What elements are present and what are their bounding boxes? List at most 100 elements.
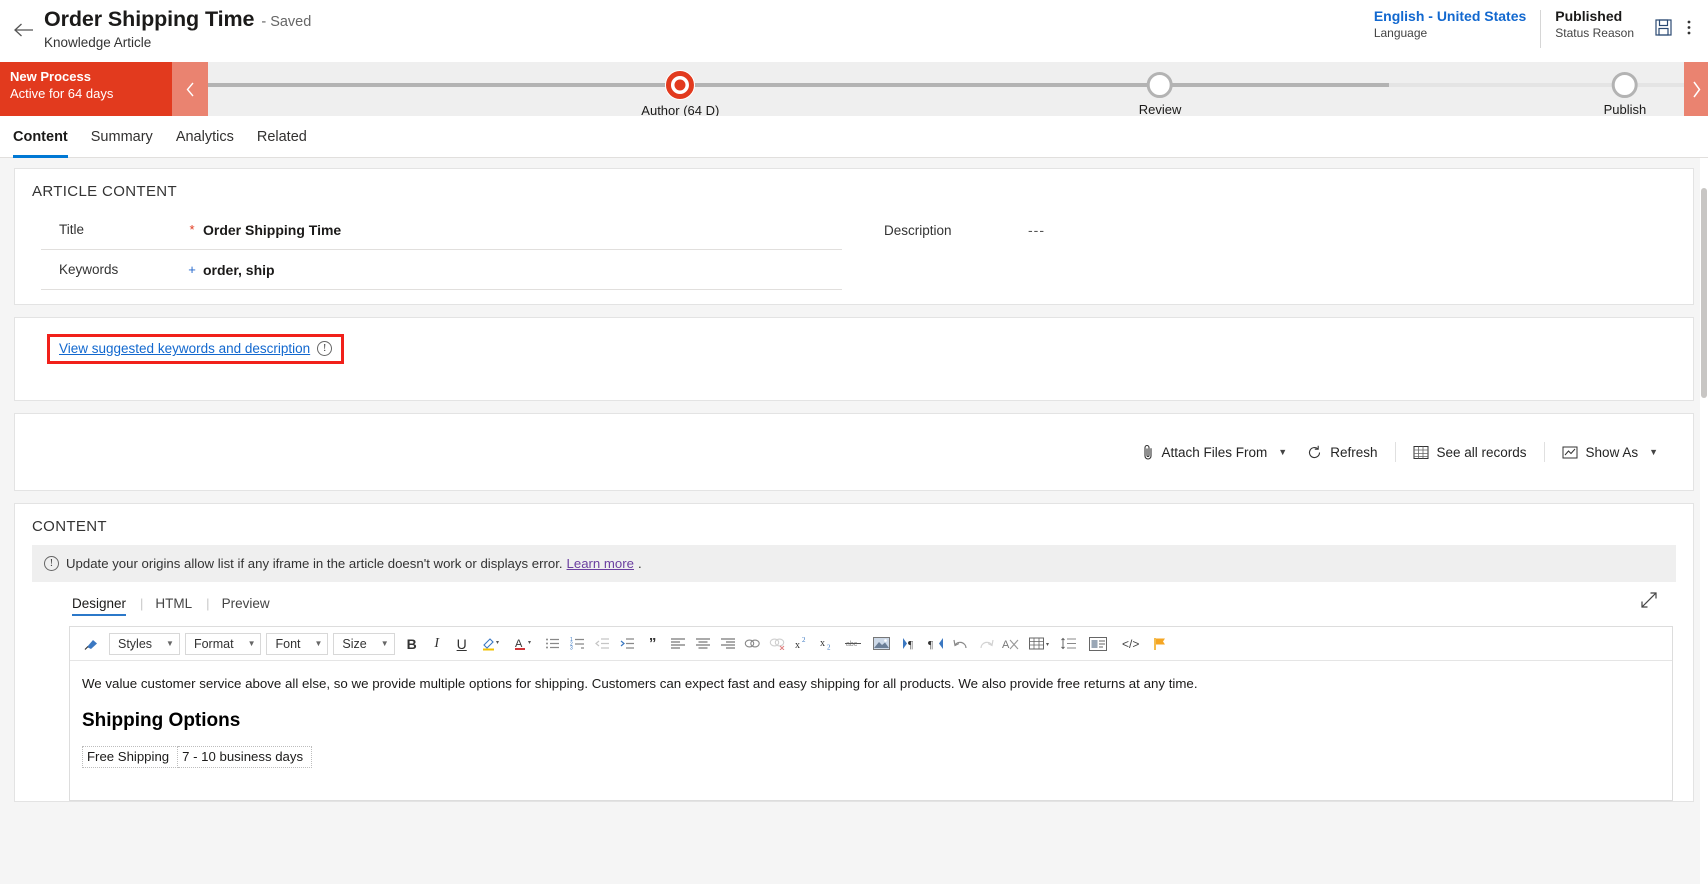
styles-select[interactable]: Styles ▼ — [109, 632, 180, 655]
tab-analytics[interactable]: Analytics — [176, 116, 234, 158]
svg-text:x: x — [795, 640, 800, 650]
attach-files-from-button[interactable]: Attach Files From ▼ — [1133, 438, 1297, 467]
chevron-down-icon: ▼ — [1649, 447, 1658, 457]
editor-tab-designer[interactable]: Designer — [72, 596, 140, 616]
insert-table-button[interactable] — [1024, 631, 1056, 657]
expand-editor-button[interactable] — [1641, 592, 1657, 613]
line-height-button[interactable] — [1057, 631, 1081, 657]
source-code-button[interactable]: </> — [1115, 631, 1147, 657]
tab-related[interactable]: Related — [257, 116, 307, 158]
ltr-icon: ¶ — [903, 638, 913, 650]
field-description[interactable]: Description --- — [866, 210, 1667, 250]
align-right-button[interactable] — [716, 631, 740, 657]
insert-template-button[interactable] — [1082, 631, 1114, 657]
info-circle-icon[interactable]: ! — [317, 341, 333, 356]
form-scrollbar[interactable] — [1700, 158, 1708, 884]
align-center-button[interactable] — [691, 631, 715, 657]
arrow-left-icon — [14, 23, 33, 37]
remove-format-button[interactable]: A — [999, 631, 1023, 657]
status-badge: Published — [1555, 8, 1623, 24]
decrease-indent-button[interactable] — [591, 631, 615, 657]
field-keywords[interactable]: Keywords + order, ship — [41, 250, 842, 290]
header-actions: English - United States Language Publish… — [1360, 8, 1708, 48]
redo-icon — [980, 639, 994, 649]
align-left-button[interactable] — [666, 631, 690, 657]
paperclip-icon — [1143, 444, 1152, 459]
editor-tab-html[interactable]: HTML — [155, 596, 206, 616]
content-heading: CONTENT — [32, 518, 107, 535]
underline-button[interactable]: U — [450, 631, 474, 657]
process-next-button[interactable] — [1684, 62, 1708, 116]
size-select[interactable]: Size ▼ — [333, 632, 395, 655]
command-separator — [1394, 442, 1396, 462]
view-suggested-keywords-highlight[interactable]: View suggested keywords and description … — [47, 334, 345, 364]
redo-button[interactable] — [974, 631, 998, 657]
editor-tab-preview[interactable]: Preview — [222, 596, 284, 616]
ltr-direction-button[interactable]: ¶ — [899, 631, 923, 657]
numbered-list-button[interactable]: 1 2 3 — [566, 631, 590, 657]
refresh-button[interactable]: Refresh — [1298, 439, 1386, 466]
article-content-card: ARTICLE CONTENT Title * Order Shipping T… — [14, 168, 1694, 305]
format-painter-button[interactable] — [76, 631, 108, 657]
scrollbar-thumb[interactable] — [1701, 188, 1707, 398]
insert-image-button[interactable] — [866, 631, 898, 657]
highlight-color-button[interactable] — [475, 631, 507, 657]
flag-icon — [1153, 637, 1165, 650]
more-commands-button[interactable] — [1678, 12, 1700, 42]
rtl-direction-button[interactable]: ¶ — [924, 631, 948, 657]
attachments-command-bar: Attach Files From ▼ Refresh See all reco… — [1133, 438, 1693, 467]
superscript-icon: x 2 — [795, 637, 806, 650]
language-field[interactable]: English - United States Language — [1360, 8, 1540, 40]
unlink-icon — [769, 638, 785, 650]
process-stage-author[interactable]: Author (64 D) — [641, 62, 719, 116]
format-select[interactable]: Format ▼ — [184, 632, 262, 655]
tab-summary[interactable]: Summary — [91, 116, 153, 158]
show-as-button[interactable]: Show As ▼ — [1553, 439, 1667, 466]
field-value: order, ship — [203, 261, 275, 278]
increase-indent-icon — [620, 638, 635, 649]
undo-button[interactable] — [949, 631, 973, 657]
strikethrough-button[interactable]: abc — [841, 631, 865, 657]
template-icon — [1088, 636, 1107, 651]
recommended-plus-icon: + — [188, 262, 196, 277]
process-stage-publish[interactable]: Publish — [1604, 62, 1646, 116]
process-stage-summary[interactable]: New Process Active for 64 days — [0, 62, 172, 116]
font-select[interactable]: Font ▼ — [266, 632, 329, 655]
process-collapse-button[interactable] — [172, 62, 208, 116]
svg-text:A: A — [1002, 639, 1010, 651]
save-button[interactable] — [1648, 12, 1678, 42]
blockquote-button[interactable]: ” — [641, 631, 665, 657]
save-icon — [1654, 18, 1672, 36]
flag-button[interactable] — [1148, 631, 1172, 657]
attachments-card: Attach Files From ▼ Refresh See all reco… — [14, 413, 1694, 491]
superscript-button[interactable]: x 2 — [791, 631, 815, 657]
back-button[interactable] — [6, 10, 40, 50]
subscript-button[interactable]: x 2 — [816, 631, 840, 657]
see-all-records-button[interactable]: See all records — [1404, 439, 1536, 466]
bulleted-list-button[interactable] — [541, 631, 565, 657]
process-stage-review[interactable]: Review — [1139, 62, 1181, 116]
editor-tab-separator: | — [206, 596, 210, 611]
rte-content-area[interactable]: We value customer service above all else… — [69, 661, 1673, 801]
italic-button[interactable]: I — [425, 631, 449, 657]
remove-link-button[interactable] — [766, 631, 790, 657]
svg-text:¶: ¶ — [908, 639, 913, 650]
record-header: Order Shipping Time - Saved Knowledge Ar… — [0, 0, 1708, 62]
chevron-down-icon: ▼ — [247, 639, 256, 648]
business-process-flow: New Process Active for 64 days Author (6… — [0, 62, 1708, 116]
chevron-left-icon — [186, 82, 194, 96]
font-color-button[interactable]: A — [508, 631, 540, 657]
undo-icon — [953, 639, 967, 649]
insert-link-button[interactable] — [741, 631, 765, 657]
bold-button[interactable]: B — [400, 631, 424, 657]
align-left-icon — [670, 637, 685, 649]
tab-content[interactable]: Content — [13, 116, 68, 158]
learn-more-link[interactable]: Learn more — [567, 556, 634, 571]
notification-text: Update your origins allow list if any if… — [66, 556, 563, 571]
status-reason-field[interactable]: Published Status Reason — [1541, 8, 1648, 40]
field-title[interactable]: Title * Order Shipping Time — [41, 210, 842, 250]
record-title-block: Order Shipping Time - Saved Knowledge Ar… — [44, 7, 311, 50]
view-suggested-keywords-link[interactable]: View suggested keywords and description — [59, 341, 310, 356]
language-value[interactable]: English - United States — [1374, 8, 1526, 24]
increase-indent-button[interactable] — [616, 631, 640, 657]
